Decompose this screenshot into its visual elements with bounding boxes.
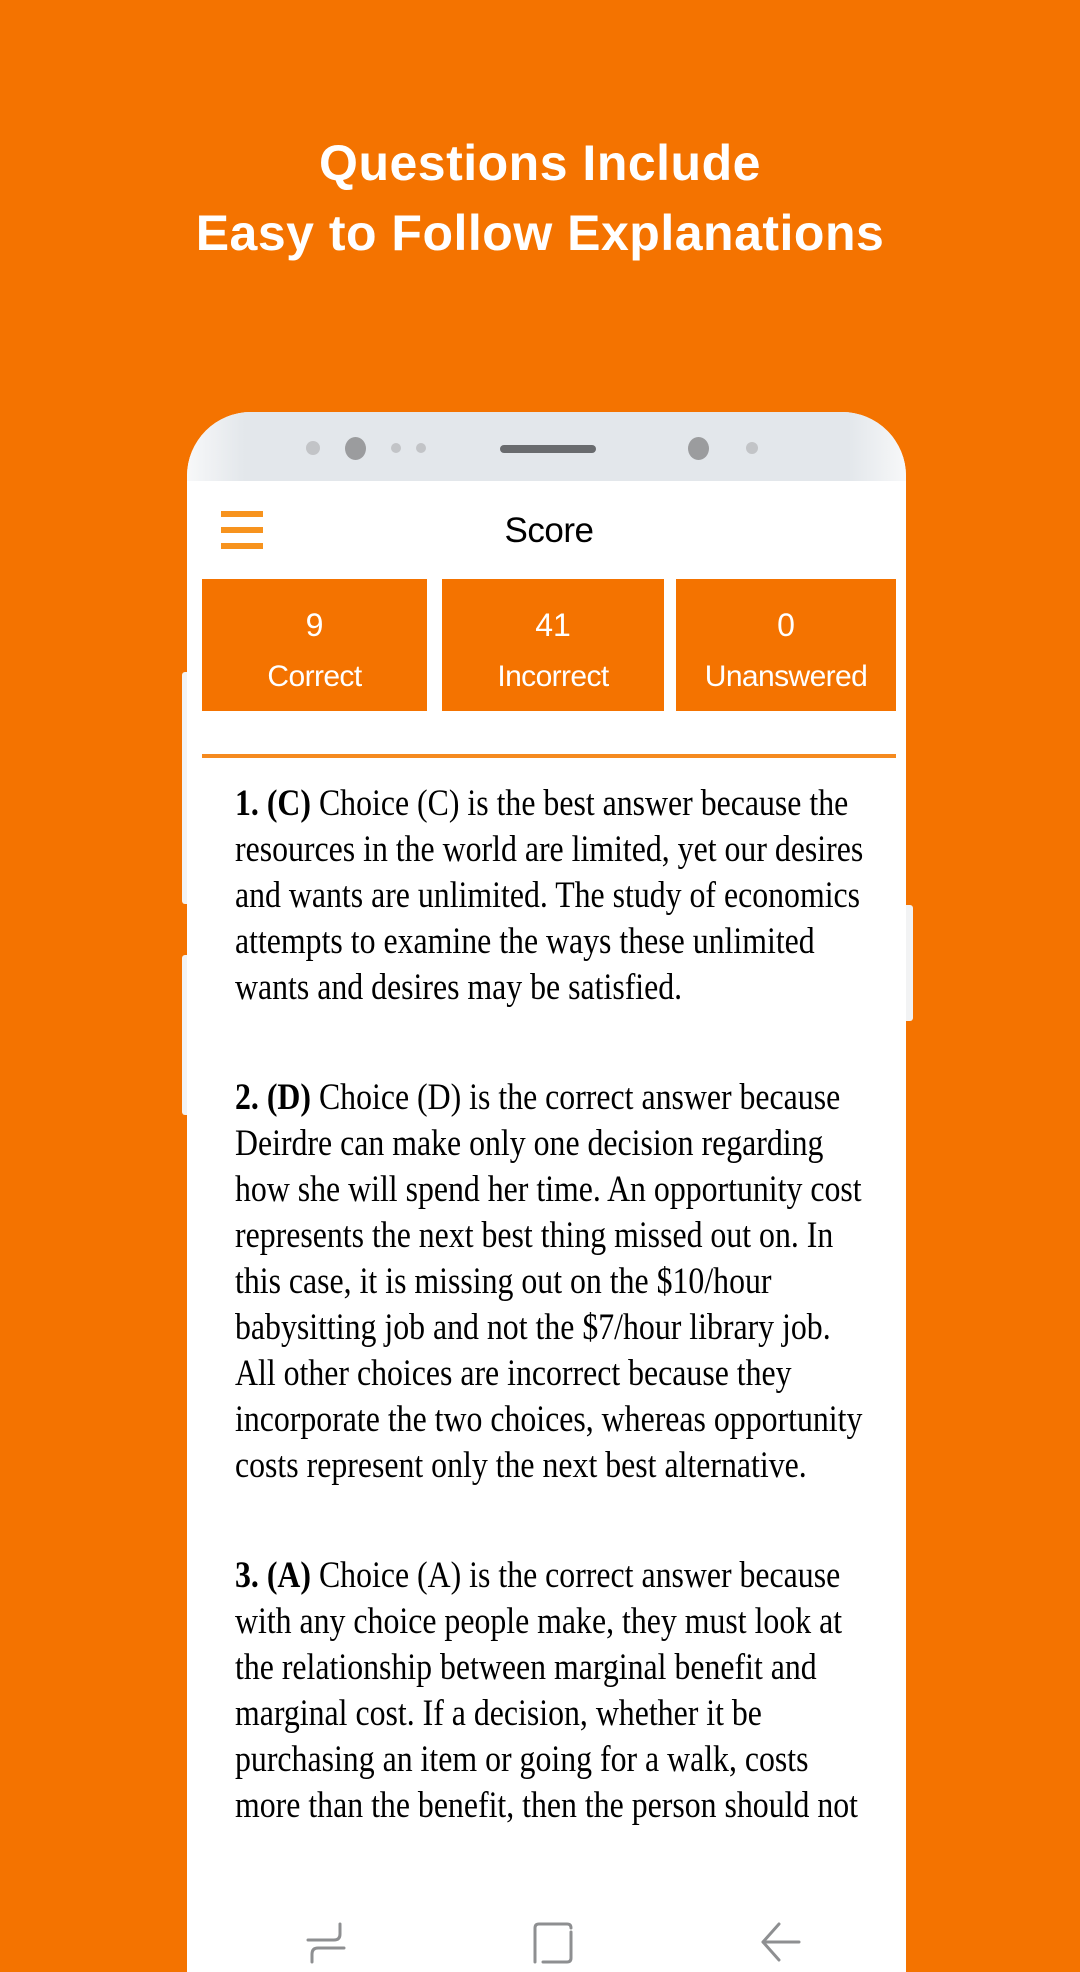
sensor-dot-icon [416,443,426,453]
explanation-line: with any choice people make, they must l… [235,1601,843,1642]
explanation-item: 2. (D) Choice (D) is the correct answer … [235,1075,863,1489]
headline-line-2: Easy to Follow Explanations [195,205,885,261]
incorrect-count: 41 [535,607,571,643]
explanation-line: marginal cost. If a decision, whether it… [235,1693,762,1734]
explanation-line: wants and desires may be satisfied. [235,967,683,1008]
explanations-list[interactable]: 1. (C) Choice (C) is the best answer bec… [235,781,895,1921]
promo-headline: Questions Include Easy to Follow Explana… [0,128,1080,268]
back-icon [761,1922,801,1962]
unanswered-count: 0 [777,607,795,643]
explanation-line: how she will spend her time. An opportun… [235,1169,862,1210]
explanation-line: Deirdre can make only one decision regar… [235,1123,824,1164]
app-screen: Score 9 Correct 41 Incorrect 0 Unanswere… [202,481,896,1972]
explanation-text: Choice (A) is the correct answer because [311,1555,841,1596]
explanation-line: All other choices are incorrect because … [235,1353,792,1394]
explanation-line: 2. (D) Choice (D) is the correct answer … [235,1075,840,1121]
sensor-dot-icon [746,442,758,454]
headline-line-1: Questions Include [319,135,761,191]
correct-count: 9 [305,607,324,643]
phone-mockup: Score 9 Correct 41 Incorrect 0 Unanswere… [187,412,906,1972]
proximity-sensor-icon [306,441,320,455]
explanation-line: represents the next best thing missed ou… [235,1215,834,1256]
explanation-line: more than the benefit, then the person s… [235,1785,859,1826]
answer-marker: 2. (D) [235,1077,312,1118]
sensor-dot-icon [391,443,401,453]
explanation-line: costs represent only the next best alter… [235,1445,807,1486]
system-nav-bar [202,1908,896,1972]
recent-apps-button[interactable] [304,1922,348,1964]
score-summary: 9 Correct 41 Incorrect 0 Unanswered [202,579,896,711]
back-button[interactable] [759,1922,803,1964]
explanation-item: 3. (A) Choice (A) is the correct answer … [235,1553,859,1829]
home-button[interactable] [531,1922,575,1964]
explanation-text: Choice (C) is the best answer because th… [311,783,849,824]
section-divider [202,754,896,758]
answer-marker: 1. (C) [235,783,312,824]
explanation-line: 1. (C) Choice (C) is the best answer bec… [235,781,848,827]
stat-unanswered[interactable]: 0 Unanswered [676,579,896,711]
explanation-line: incorporate the two choices, whereas opp… [235,1399,863,1440]
explanation-line: 3. (A) Choice (A) is the correct answer … [235,1553,840,1599]
explanation-line: resources in the world are limited, yet … [235,829,864,870]
recent-apps-icon [306,1922,346,1964]
explanation-line: purchasing an item or going for a walk, … [235,1739,809,1780]
explanation-line: the relationship between marginal benefi… [235,1647,817,1688]
correct-label: Correct [267,660,362,693]
iris-camera-icon [345,437,366,460]
page-title: Score [504,511,594,550]
stat-incorrect[interactable]: 41 Incorrect [442,579,664,711]
explanation-line: this case, it is missing out on the $10/… [235,1261,772,1302]
stat-correct[interactable]: 9 Correct [202,579,427,711]
front-camera-icon [688,437,709,460]
phone-top-bezel [187,412,906,481]
explanation-line: babysitting job and not the $7/hour libr… [235,1307,831,1348]
explanation-item: 1. (C) Choice (C) is the best answer bec… [235,781,864,1011]
incorrect-label: Incorrect [497,660,609,693]
earpiece-speaker [500,445,596,453]
unanswered-label: Unanswered [704,660,868,693]
home-icon [533,1922,573,1964]
explanation-text: Choice (D) is the correct answer because [311,1077,841,1118]
answer-marker: 3. (A) [235,1555,312,1596]
explanation-line: attempts to examine the ways these unlim… [235,921,815,962]
explanation-line: and wants are unlimited. The study of ec… [235,875,861,916]
